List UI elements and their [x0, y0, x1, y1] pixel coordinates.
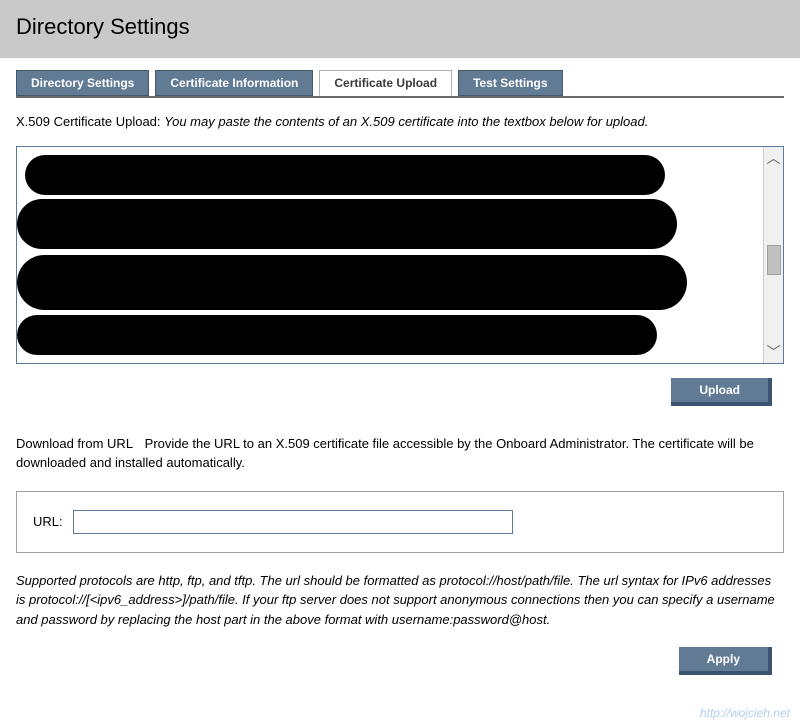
upload-lead: X.509 Certificate Upload:	[16, 114, 161, 129]
tab-directory-settings[interactable]: Directory Settings	[16, 70, 149, 96]
protocols-note: Supported protocols are http, ftp, and t…	[16, 571, 784, 630]
url-box: URL:	[16, 491, 784, 553]
download-lead: Download from URL	[16, 436, 133, 451]
upload-section-label: X.509 Certificate Upload: You may paste …	[16, 112, 784, 132]
tabs: Directory Settings Certificate Informati…	[16, 70, 784, 96]
tab-test-settings[interactable]: Test Settings	[458, 70, 562, 96]
apply-button[interactable]: Apply	[679, 647, 772, 675]
tab-certificate-upload[interactable]: Certificate Upload	[319, 70, 452, 96]
watermark: http://wojcieh.net	[700, 706, 790, 720]
url-input[interactable]	[73, 510, 513, 534]
upload-button-row: Upload	[16, 378, 784, 406]
apply-button-row: Apply	[16, 647, 784, 675]
header-bar: Directory Settings	[0, 0, 800, 58]
url-label: URL:	[33, 514, 63, 529]
upload-button[interactable]: Upload	[671, 378, 772, 406]
textarea-scrollbar[interactable]: ︿ ﹀	[763, 147, 783, 363]
tabs-container: Directory Settings Certificate Informati…	[16, 70, 784, 98]
upload-desc: You may paste the contents of an X.509 c…	[164, 114, 648, 129]
page-title: Directory Settings	[16, 14, 784, 40]
scroll-thumb[interactable]	[767, 245, 781, 275]
content-area: Directory Settings Certificate Informati…	[0, 58, 800, 687]
cert-textarea[interactable]	[17, 147, 763, 363]
scroll-up-icon[interactable]: ︿	[767, 151, 781, 165]
cert-textarea-container: ︿ ﹀	[16, 146, 784, 364]
download-section-label: Download from URL Provide the URL to an …	[16, 434, 784, 473]
scroll-down-icon[interactable]: ﹀	[767, 345, 781, 359]
tab-certificate-information[interactable]: Certificate Information	[155, 70, 313, 96]
